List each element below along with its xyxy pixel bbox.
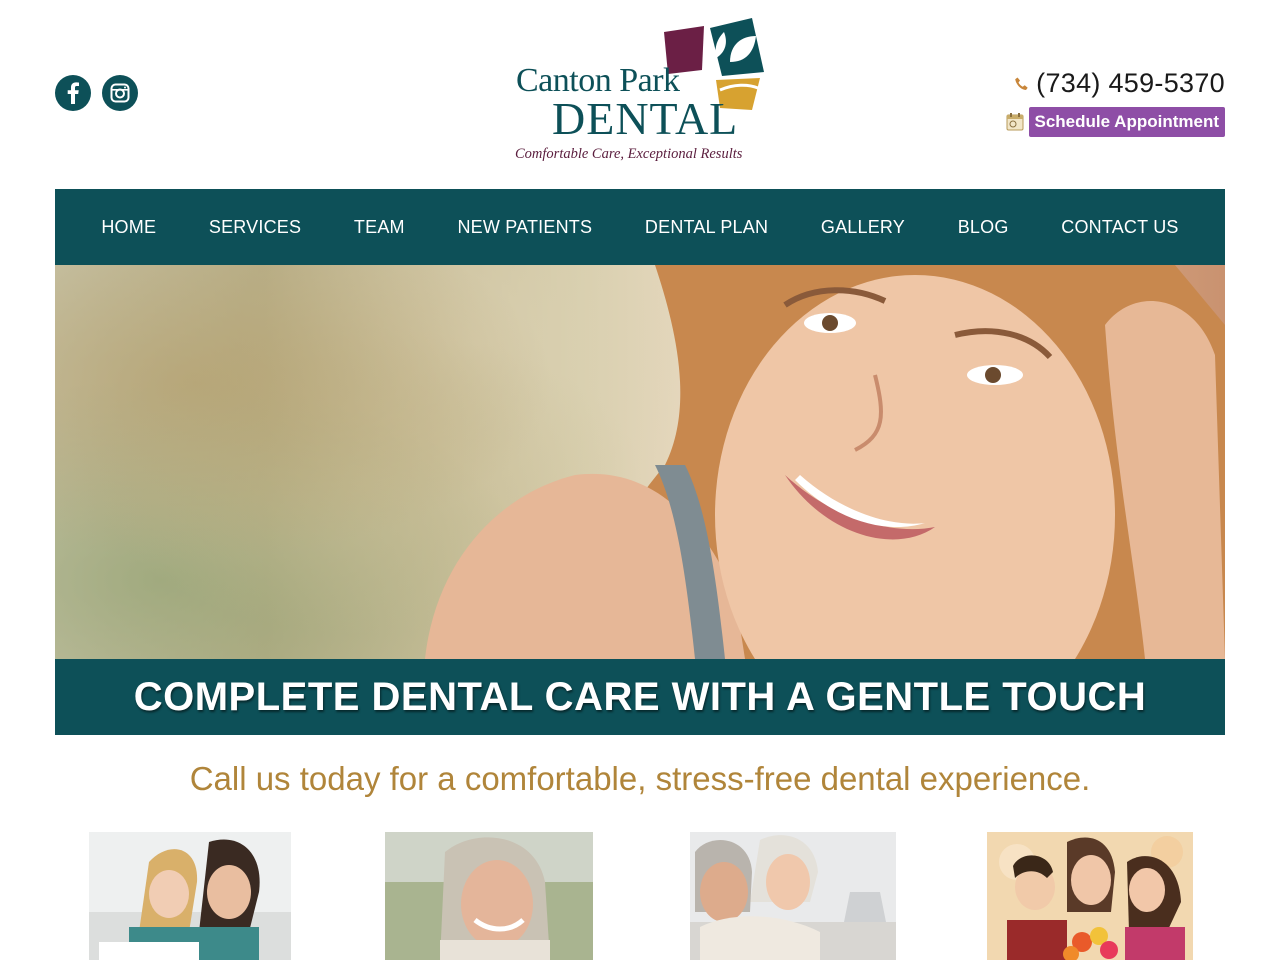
logo-tagline: Comfortable Care, Exceptional Results xyxy=(515,146,743,162)
facebook-icon xyxy=(67,82,79,104)
hero-banner: COMPLETE DENTAL CARE WITH A GENTLE TOUCH xyxy=(55,659,1225,735)
logo-line2: DENTAL xyxy=(552,93,739,144)
thumbnail-older-woman[interactable] xyxy=(385,832,593,960)
main-nav: HOME SERVICES TEAM NEW PATIENTS DENTAL P… xyxy=(55,189,1225,265)
page: Canton Park DENTAL Comfortable Care, Exc… xyxy=(0,0,1280,960)
site-logo[interactable]: Canton Park DENTAL Comfortable Care, Exc… xyxy=(512,18,772,168)
mother-daughter-photo xyxy=(89,832,291,960)
nav-item-gallery[interactable]: GALLERY xyxy=(821,217,905,238)
thumbnail-mother-daughter[interactable] xyxy=(89,832,291,960)
phone-row[interactable]: (734) 459-5370 xyxy=(1005,68,1226,99)
calendar-icon xyxy=(1006,113,1023,131)
hero-banner-text: COMPLETE DENTAL CARE WITH A GENTLE TOUCH xyxy=(133,674,1147,719)
hero-image xyxy=(55,265,1225,659)
nav-item-blog[interactable]: BLOG xyxy=(958,217,1009,238)
nav-item-team[interactable]: TEAM xyxy=(354,217,405,238)
schedule-appointment-button[interactable]: Schedule Appointment xyxy=(1028,107,1225,137)
phone-number[interactable]: (734) 459-5370 xyxy=(1036,68,1225,99)
thumbnail-mother-children[interactable] xyxy=(987,832,1193,960)
nav-item-services[interactable]: SERVICES xyxy=(209,217,301,238)
older-woman-photo xyxy=(385,832,593,960)
mother-children-photo xyxy=(987,832,1193,960)
schedule-row: Schedule Appointment xyxy=(1005,107,1225,137)
nav-item-home[interactable]: HOME xyxy=(101,217,156,238)
site-header: Canton Park DENTAL Comfortable Care, Exc… xyxy=(0,0,1280,189)
header-contact: (734) 459-5370 Schedule Appointment xyxy=(1005,68,1226,137)
nav-item-contact-us[interactable]: CONTACT US xyxy=(1061,217,1178,238)
nav-item-dental-plan[interactable]: DENTAL PLAN xyxy=(645,217,768,238)
instagram-icon xyxy=(110,83,130,103)
phone-icon xyxy=(1015,77,1028,90)
nav-item-new-patients[interactable]: NEW PATIENTS xyxy=(457,217,592,238)
couple-photo xyxy=(690,832,896,960)
call-tagline: Call us today for a comfortable, stress-… xyxy=(189,760,1091,797)
facebook-link[interactable] xyxy=(55,75,91,111)
thumbnail-couple[interactable] xyxy=(690,832,896,960)
instagram-link[interactable] xyxy=(102,75,138,111)
hero-smiling-woman-illustration xyxy=(425,265,1225,659)
social-links xyxy=(55,75,138,111)
